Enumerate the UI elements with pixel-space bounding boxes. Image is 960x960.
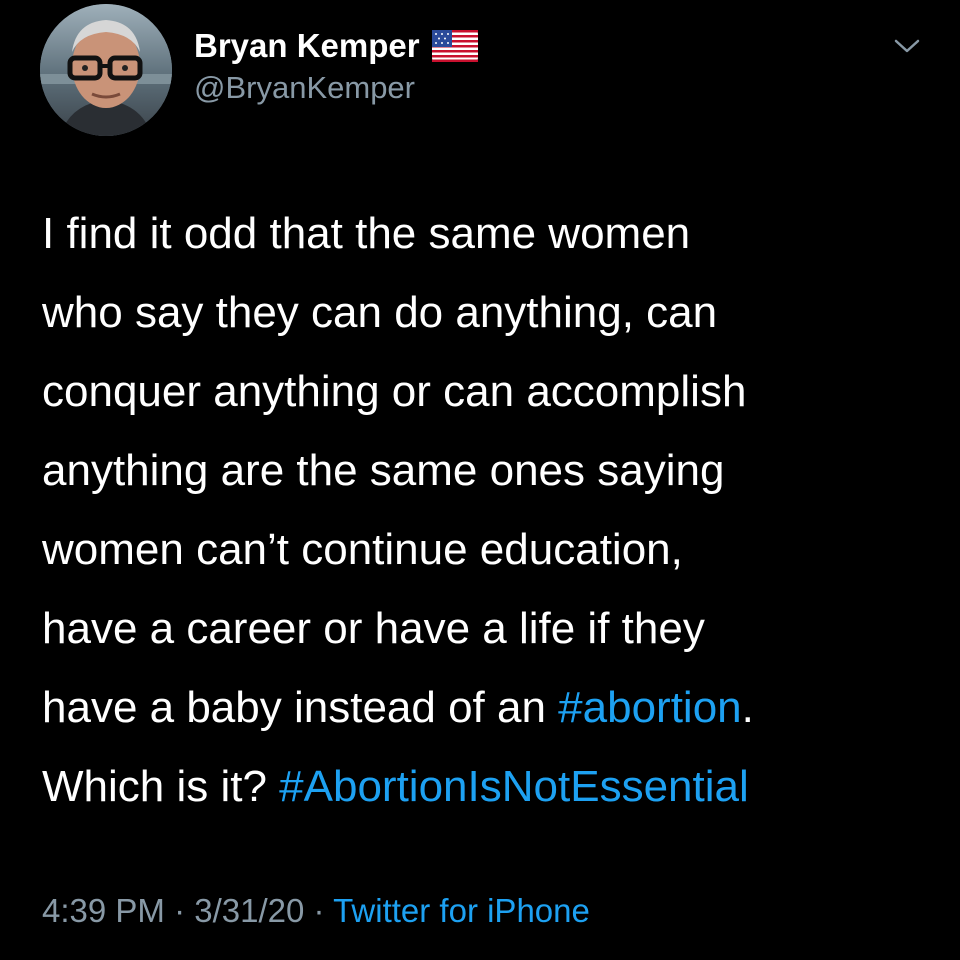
us-flag-icon <box>431 30 478 62</box>
tweet-line: who say they can do anything, can <box>42 288 718 337</box>
tweet-line: have a career or have a life if they <box>42 604 705 653</box>
tweet-line-punct: . <box>741 683 754 732</box>
user-info: Bryan Kemper @BryanKemper <box>194 26 478 108</box>
display-name[interactable]: Bryan Kemper <box>194 26 420 66</box>
tweet-line-text: have a baby instead of an <box>42 683 559 732</box>
tweet-line: have a baby instead of an #abortion. <box>42 668 922 747</box>
profile-photo <box>40 4 172 136</box>
tweet-line: women can’t continue education, <box>42 525 683 574</box>
tweet-line: I find it odd that the same women <box>42 209 691 258</box>
tweet-date[interactable]: 3/31/20 <box>194 892 304 929</box>
meta-separator: · <box>164 892 195 929</box>
tweet-line: anything are the same ones saying <box>42 446 725 495</box>
hashtag-abortionisnotessential-link[interactable]: #AbortionIsNotEssential <box>279 762 749 811</box>
avatar[interactable] <box>40 4 172 136</box>
tweet-time[interactable]: 4:39 PM <box>42 892 165 929</box>
display-name-row[interactable]: Bryan Kemper <box>194 26 478 66</box>
user-handle[interactable]: @BryanKemper <box>194 68 478 108</box>
tweet-text: I find it odd that the same women who sa… <box>42 194 922 826</box>
tweet-line: Which is it? #AbortionIsNotEssential <box>42 747 922 826</box>
tweet-line-text: Which is it? <box>42 762 280 811</box>
chevron-down-icon[interactable] <box>894 36 920 56</box>
tweet-source-link[interactable]: Twitter for iPhone <box>333 892 590 929</box>
hashtag-abortion-link[interactable]: #abortion <box>558 683 741 732</box>
tweet-line: conquer anything or can accomplish <box>42 367 747 416</box>
tweet-meta: 4:39 PM · 3/31/20 · Twitter for iPhone <box>42 888 590 934</box>
meta-separator: · <box>304 892 334 929</box>
